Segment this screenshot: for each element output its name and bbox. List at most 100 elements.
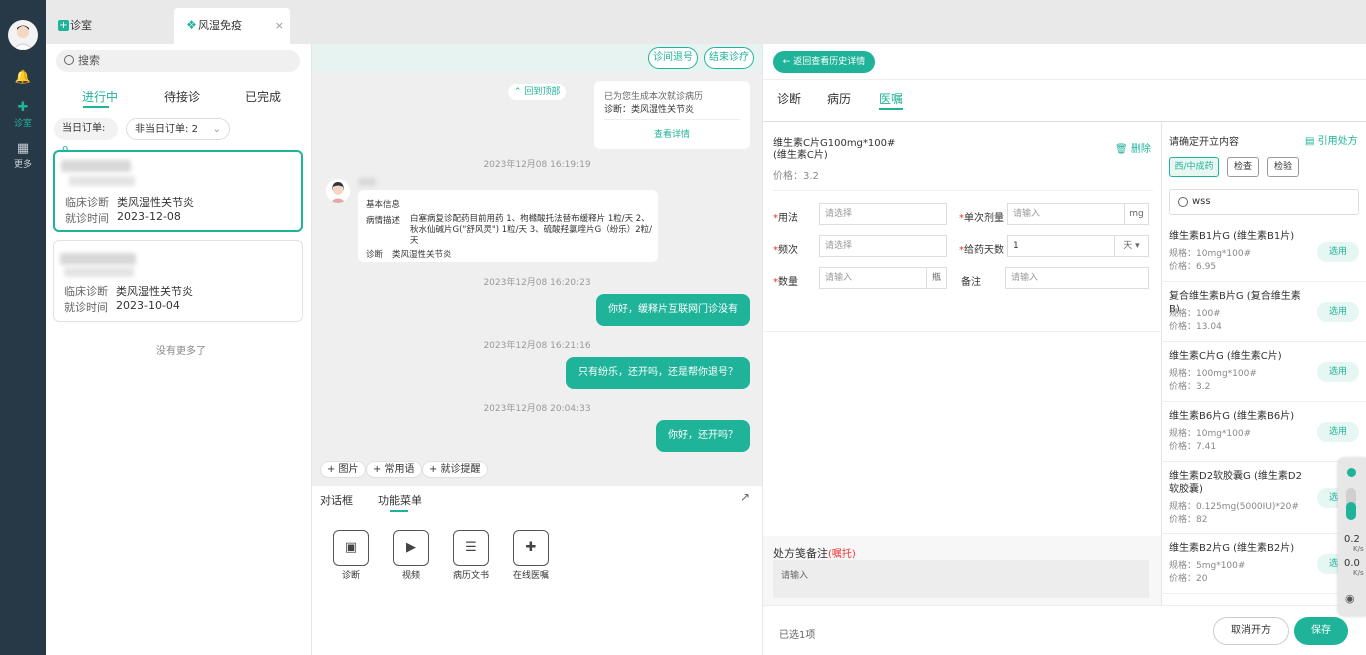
func-online-order-label: 在线医嘱 <box>512 571 549 581</box>
visit-reminder-button[interactable]: + 就诊提醒 <box>422 461 488 478</box>
expand-icon[interactable]: ↗ <box>740 490 750 504</box>
func-online-order[interactable]: ✚ 在线医嘱 <box>506 530 556 581</box>
func-diagnosis[interactable]: ▣ 诊断 <box>326 530 376 581</box>
tab-orders[interactable]: 医嘱 <box>879 90 903 107</box>
func-medical-record[interactable]: ☰ 病历文书 <box>446 530 496 581</box>
patient-avatar <box>326 179 350 203</box>
remark-tag: (嘱托) <box>828 549 856 560</box>
network-speed-widget[interactable]: 0.2 K/s 0.0 K/s ◉ <box>1338 458 1366 616</box>
other-orders-filter[interactable]: 非当日订单: 2 ⌄ <box>126 118 230 140</box>
quantity-input[interactable]: 请输入瓶 <box>819 267 947 289</box>
patient-name-blurred <box>60 253 136 265</box>
document-icon: ☰ <box>453 530 489 566</box>
select-drug-button[interactable]: 选用 <box>1317 242 1359 262</box>
doctor-avatar[interactable] <box>8 20 38 50</box>
tab-diagnosis[interactable]: 诊断 <box>777 90 801 107</box>
days-label: *给药天数 <box>959 245 1004 256</box>
dose-label: *单次剂量 <box>959 213 1004 224</box>
quantity-unit: 瓶 <box>926 268 946 288</box>
close-icon[interactable]: × <box>275 8 284 44</box>
visit-time-value: 2023-10-04 <box>116 299 180 312</box>
usage-select[interactable]: 请选择 <box>819 203 947 225</box>
save-button[interactable]: 保存 <box>1294 617 1348 645</box>
tab-clinic[interactable]: + 诊室 <box>46 8 172 44</box>
patient-card[interactable]: 临床诊断 类风湿性关节炎 就诊时间 2023-10-04 <box>53 240 303 322</box>
patient-info-blurred <box>69 176 135 186</box>
cite-prescription-button[interactable]: ▤ 引用处方 <box>1305 132 1358 147</box>
delete-label: 删除 <box>1130 144 1151 155</box>
nav-clinic[interactable]: ✚ 诊室 <box>0 100 46 129</box>
tab-dialog[interactable]: 对话框 <box>320 492 353 508</box>
video-icon: ▶ <box>393 530 429 566</box>
timestamp: 2023年12月08 16:19:19 <box>483 160 591 170</box>
drug-search-input[interactable]: wss <box>1169 189 1359 215</box>
days-unit-select[interactable]: 天 ▾ <box>1114 236 1148 256</box>
desc-value: 白塞病复诊配药目前用药 1、枸橼酸托法替布缓释片 1粒/天 2、 秋水仙碱片G(… <box>410 214 652 246</box>
download-unit: K/s <box>1353 569 1364 577</box>
end-consult-button[interactable]: 结束诊疗 <box>704 47 754 69</box>
category-exam[interactable]: 检查 <box>1227 157 1259 177</box>
drug-subtitle: (维生素C片) <box>773 150 828 161</box>
no-more-text: 没有更多了 <box>156 346 206 357</box>
delete-button[interactable]: 🗑 删除 <box>1115 140 1151 155</box>
timestamp: 2023年12月08 16:21:16 <box>483 341 591 351</box>
download-speed: 0.0 <box>1344 558 1360 569</box>
today-orders-label: 当日订单: <box>62 123 106 134</box>
plus-icon: + <box>58 20 69 31</box>
dose-input[interactable]: 请输入 mg <box>1007 203 1149 225</box>
category-lab[interactable]: 检验 <box>1267 157 1299 177</box>
cancel-prescribe-button[interactable]: 取消开方 <box>1213 617 1289 645</box>
func-medical-record-label: 病历文书 <box>452 571 489 581</box>
desc-label: 病情描述 <box>366 216 401 226</box>
search-input[interactable]: 搜索 <box>56 50 300 72</box>
drug-item: 维生素D2软胶囊G (维生素D2软胶囊) 规格：0.125mg(5000IU)*… <box>1161 462 1366 534</box>
drug-price: 价格：3.2 <box>773 171 819 182</box>
info-title: 基本信息 <box>366 200 401 210</box>
tab-rheumatology[interactable]: ❖ 风湿免疫 × <box>174 8 290 44</box>
trash-icon: 🗑 <box>1115 144 1128 155</box>
refund-button[interactable]: 诊间退号 <box>648 47 698 69</box>
category-western-medicine[interactable]: 西/中成药 <box>1169 157 1219 177</box>
patient-info-card: 基本信息 病情描述 白塞病复诊配药目前用药 1、枸橼酸托法替布缓释片 1粒/天 … <box>358 190 658 262</box>
diamond-icon: ❖ <box>186 18 197 32</box>
diagnosis-value: 类风湿性关节炎 <box>117 196 194 209</box>
visit-time-label: 就诊时间 <box>65 212 109 225</box>
back-to-top-button[interactable]: ⌃ 回到顶部 <box>508 84 567 100</box>
view-details-link[interactable]: 查看详情 <box>594 127 750 140</box>
select-drug-button[interactable]: 选用 <box>1317 302 1359 322</box>
common-phrases-button[interactable]: + 常用语 <box>366 461 422 478</box>
frequency-label: *频次 <box>773 245 798 256</box>
today-orders-filter[interactable]: 当日订单: 0 <box>54 118 118 156</box>
tab-record[interactable]: 病历 <box>827 90 851 107</box>
bell-icon[interactable]: 🔔 <box>0 70 46 86</box>
tab-waiting[interactable]: 待接诊 <box>164 88 200 105</box>
drug-item: 维生素B1片G (维生素B1片) 规格：10mg*100# 价格：6.95 选用 <box>1161 222 1366 282</box>
camera-icon[interactable]: ◉ <box>1345 592 1355 605</box>
frequency-select[interactable]: 请选择 <box>819 235 947 257</box>
add-image-button[interactable]: + 图片 <box>320 461 366 478</box>
nav-clinic-label: 诊室 <box>13 119 32 129</box>
patient-card[interactable]: 临床诊断 类风湿性关节炎 就诊时间 2023-12-08 <box>53 150 303 232</box>
nav-more[interactable]: ▦ 更多 <box>0 141 46 170</box>
note-input[interactable]: 请输入 <box>1005 267 1149 289</box>
search-placeholder: 搜索 <box>78 54 100 67</box>
days-input[interactable]: 1天 ▾ <box>1007 235 1149 257</box>
tab-function-menu[interactable]: 功能菜单 <box>378 492 422 508</box>
select-drug-button[interactable]: 选用 <box>1317 422 1359 442</box>
message-bubble: 只有纷乐，还开吗，还是帮你退号？ <box>566 357 750 389</box>
patient-list-panel: 搜索 进行中 待接诊 已完成 当日订单: 0 非当日订单: 2 ⌄ 临床诊断 类… <box>46 44 312 655</box>
select-drug-button[interactable]: 选用 <box>1317 362 1359 382</box>
tab-in-progress[interactable]: 进行中 <box>82 88 118 105</box>
dose-unit: mg <box>1124 204 1148 224</box>
chat-panel: 诊间退号 结束诊疗 ⌃ 回到顶部 已为您生成本次就诊病历 诊断：类风湿性关节炎 … <box>312 44 762 655</box>
info-diag-label: 诊断 <box>366 250 384 260</box>
drug-item: 复合维生素B片G (复合维生素B) 规格：100# 价格：13.04 选用 <box>1161 282 1366 342</box>
chevron-up-icon: ⌃ <box>514 87 522 97</box>
remark-textarea[interactable]: 请输入 <box>773 560 1149 598</box>
visit-time-value: 2023-12-08 <box>117 210 181 223</box>
search-icon <box>1178 197 1188 207</box>
upload-speed: 0.2 <box>1344 534 1360 545</box>
tab-completed[interactable]: 已完成 <box>245 88 281 105</box>
func-video[interactable]: ▶ 视频 <box>386 530 436 581</box>
back-history-button[interactable]: ← 返回查看历史详情 <box>773 51 875 73</box>
